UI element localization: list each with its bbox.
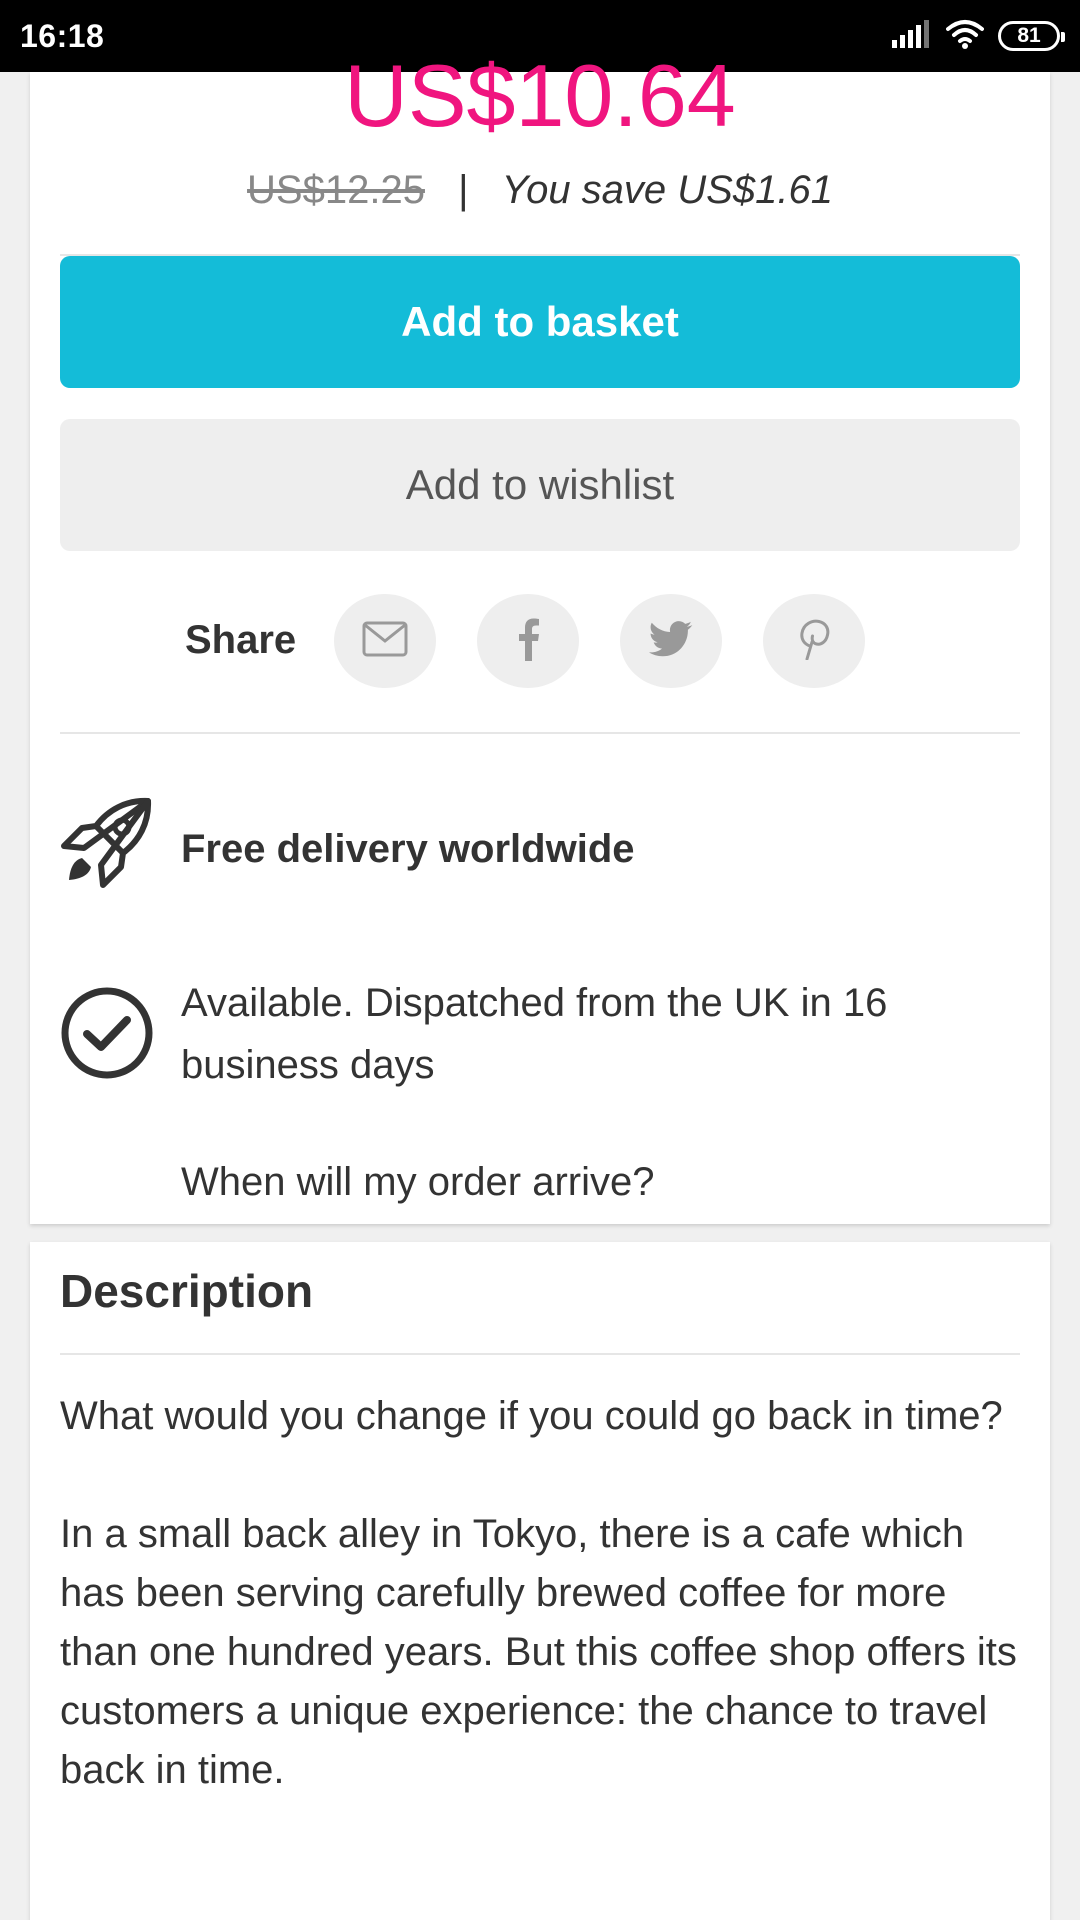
share-twitter-button[interactable] <box>620 594 722 688</box>
rocket-icon <box>60 796 154 895</box>
battery-icon: 81 <box>998 21 1065 51</box>
battery-level: 81 <box>1017 24 1041 47</box>
share-email-button[interactable] <box>334 594 436 688</box>
divider <box>60 732 1020 734</box>
availability-text: Available. Dispatched from the UK in 16 … <box>181 981 888 1087</box>
add-to-basket-button[interactable]: Add to basket <box>60 256 1020 388</box>
status-time: 16:18 <box>20 17 105 54</box>
share-row: Share <box>30 594 1050 690</box>
add-to-wishlist-button[interactable]: Add to wishlist <box>60 419 1020 551</box>
wifi-icon <box>946 19 984 54</box>
status-icons: 81 <box>892 19 1065 54</box>
current-price: US$10.64 <box>344 46 736 145</box>
original-price: US$12.25 <box>247 168 425 212</box>
description-paragraph: What would you change if you could go ba… <box>60 1394 1003 1438</box>
twitter-icon <box>648 620 693 662</box>
pinterest-icon <box>798 618 830 665</box>
savings-text: You save US$1.61 <box>501 168 833 212</box>
description-card: Description What would you change if you… <box>30 1242 1050 1920</box>
order-arrival-link[interactable]: When will my order arrive? <box>181 1160 654 1205</box>
description-title: Description <box>60 1265 314 1317</box>
divider <box>60 1353 1020 1355</box>
share-pinterest-button[interactable] <box>763 594 865 688</box>
signal-icon <box>892 19 932 53</box>
email-icon <box>362 621 408 662</box>
check-circle-icon <box>60 986 154 1085</box>
description-body: What would you change if you could go ba… <box>60 1387 1030 1859</box>
delivery-text: Free delivery worldwide <box>181 827 635 871</box>
share-label: Share <box>185 618 297 662</box>
description-paragraph: In a small back alley in Tokyo, there is… <box>60 1512 1017 1792</box>
price-details: US$12.25 | You save US$1.61 <box>30 168 1050 213</box>
facebook-icon <box>515 617 541 666</box>
product-purchase-card: US$10.64 US$12.25 | You save US$1.61 Add… <box>30 52 1050 1224</box>
share-facebook-button[interactable] <box>477 594 579 688</box>
price-separator: | <box>458 168 469 212</box>
